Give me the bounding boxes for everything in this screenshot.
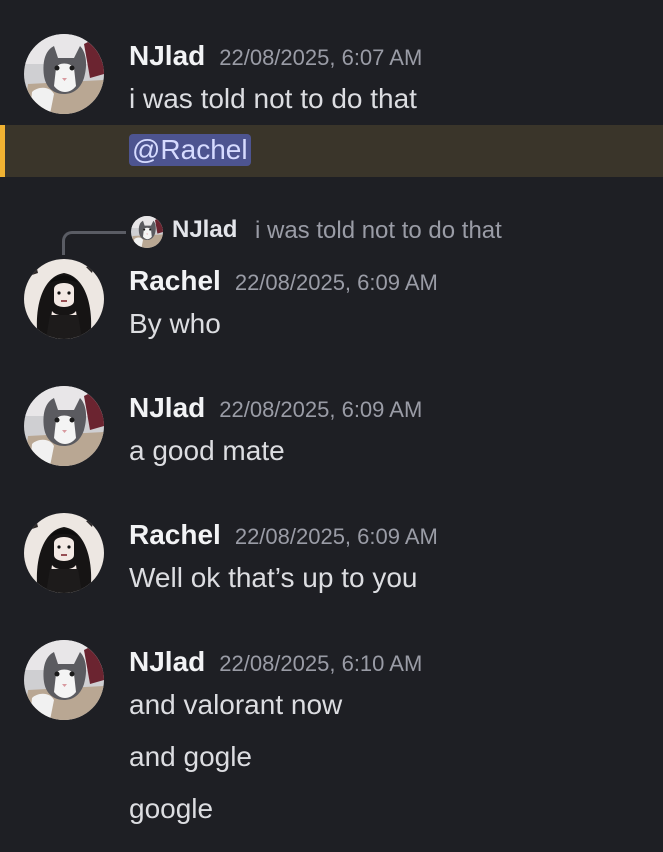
message-timestamp: 22/08/2025, 6:09 AM: [234, 524, 438, 549]
message-text: i was told not to do that: [129, 83, 417, 114]
username[interactable]: NJlad: [129, 392, 205, 423]
username[interactable]: NJlad: [129, 40, 205, 71]
message-timestamp: 22/08/2025, 6:07 AM: [219, 45, 423, 70]
reply-author[interactable]: NJlad: [172, 216, 237, 244]
gothic-girl-avatar-icon[interactable]: [24, 513, 104, 593]
chat-log: NJlad 22/08/2025, 6:07 AM i was told not …: [0, 0, 663, 852]
username[interactable]: NJlad: [129, 646, 205, 677]
message-timestamp: 22/08/2025, 6:10 AM: [219, 651, 423, 676]
message-author[interactable]: NJlad 22/08/2025, 6:09 AM: [129, 392, 422, 424]
message-text: and valorant now: [129, 689, 343, 720]
cat-avatar-icon[interactable]: [24, 34, 104, 114]
message-timestamp: 22/08/2025, 6:09 AM: [219, 397, 423, 422]
message-text: Well ok that’s up to you: [129, 562, 418, 593]
username[interactable]: Rachel: [129, 265, 221, 296]
username[interactable]: Rachel: [129, 519, 221, 550]
message-text: By who: [129, 308, 221, 339]
message-author[interactable]: NJlad 22/08/2025, 6:10 AM: [129, 646, 422, 678]
message-author[interactable]: Rachel 22/08/2025, 6:09 AM: [129, 519, 438, 551]
reply-connector: [62, 231, 126, 255]
message-text: google: [129, 793, 214, 824]
cat-avatar-icon[interactable]: [131, 216, 163, 248]
message-author[interactable]: Rachel 22/08/2025, 6:09 AM: [129, 265, 438, 297]
message-text: and gogle: [129, 741, 253, 772]
message-text: a good mate: [129, 435, 285, 466]
cat-avatar-icon[interactable]: [24, 640, 104, 720]
mention-highlight-row: @Rachel: [0, 125, 663, 177]
gothic-girl-avatar-icon[interactable]: [24, 259, 104, 339]
reply-preview[interactable]: i was told not to do that: [255, 217, 502, 245]
user-mention[interactable]: @Rachel: [129, 134, 251, 166]
message-timestamp: 22/08/2025, 6:09 AM: [234, 270, 438, 295]
message-author[interactable]: NJlad 22/08/2025, 6:07 AM: [129, 40, 422, 72]
cat-avatar-icon[interactable]: [24, 386, 104, 466]
